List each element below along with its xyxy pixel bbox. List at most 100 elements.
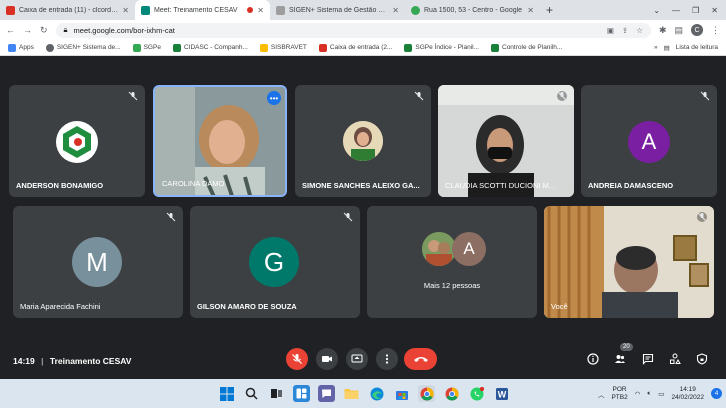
chat-button[interactable] bbox=[641, 352, 655, 366]
address-bar[interactable]: 🔒︎ meet.google.com/bor-ixhm-cat ▣ ⇪ ☆ bbox=[55, 22, 651, 38]
bookmark-star-icon[interactable]: ☆ bbox=[636, 26, 643, 35]
new-tab-button[interactable]: + bbox=[540, 0, 559, 20]
whatsapp-button[interactable] bbox=[468, 385, 485, 402]
widgets-button[interactable] bbox=[293, 385, 310, 402]
camera-in-use-icon[interactable]: ▣ bbox=[607, 26, 614, 35]
people-icon bbox=[615, 355, 625, 363]
folder-icon bbox=[344, 389, 359, 399]
system-clock[interactable]: 14:19 24/02/2022 bbox=[671, 386, 704, 402]
battery-icon[interactable]: ▭ bbox=[658, 390, 664, 398]
start-button[interactable] bbox=[218, 385, 235, 402]
participant-name: ANDREIA DAMASCENO bbox=[588, 181, 674, 190]
participant-avatar: G bbox=[249, 237, 299, 287]
participant-avatar: A bbox=[628, 121, 670, 163]
edge-button[interactable] bbox=[368, 385, 385, 402]
bookmark-sgpe-indice[interactable]: SGPe Índice - Planil... bbox=[404, 43, 479, 52]
gmail-icon bbox=[6, 5, 15, 15]
meeting-name: Treinamento CESAV bbox=[49, 355, 132, 366]
bookmark-cidasc[interactable]: CIDASC - Companh... bbox=[172, 43, 248, 52]
profile-avatar[interactable]: C bbox=[691, 24, 703, 36]
chrome-profile-button[interactable] bbox=[443, 385, 460, 402]
browser-tab-sigen[interactable]: SIGEN+ Sistema de Gestão da De ✕ bbox=[270, 0, 405, 20]
meeting-details-button[interactable] bbox=[586, 352, 600, 366]
participant-tile[interactable]: A ANDREIA DAMASCENO bbox=[581, 85, 717, 197]
more-options-button[interactable] bbox=[376, 348, 398, 370]
meeting-info: 14:19 | Treinamento CESAV bbox=[13, 355, 132, 366]
bookmark-sgpe[interactable]: SGPe bbox=[132, 43, 161, 52]
reload-icon[interactable]: ↻ bbox=[40, 25, 48, 36]
participant-tile[interactable]: ANDERSON BONAMIGO bbox=[9, 85, 145, 197]
back-icon[interactable]: ← bbox=[6, 25, 15, 35]
more-participants-tile[interactable]: A Mais 12 pessoas bbox=[367, 206, 537, 318]
tab-title: Rua 1500, 53 - Centro - Google bbox=[424, 6, 523, 14]
sheets-icon bbox=[491, 43, 499, 52]
search-button[interactable] bbox=[243, 385, 260, 402]
more-options-icon[interactable]: ••• bbox=[267, 91, 281, 105]
store-button[interactable] bbox=[393, 385, 410, 402]
leave-call-button[interactable] bbox=[404, 348, 437, 370]
maps-pin-icon bbox=[411, 5, 420, 15]
bookmark-label: Controle de Planilh... bbox=[502, 44, 563, 51]
mic-toggle-button[interactable] bbox=[286, 348, 308, 370]
word-button[interactable]: W bbox=[493, 385, 510, 402]
language-indicator[interactable]: POR PTB2 bbox=[611, 386, 627, 402]
cidasc-logo-icon bbox=[63, 126, 91, 158]
activities-button[interactable] bbox=[668, 352, 682, 366]
chrome-icon bbox=[420, 387, 433, 400]
notification-badge[interactable]: 4 bbox=[711, 388, 722, 399]
minimize-icon[interactable]: — bbox=[672, 6, 680, 15]
meet-icon bbox=[141, 5, 150, 15]
close-icon[interactable]: ✕ bbox=[257, 6, 264, 15]
volume-icon[interactable]: 🔈︎ bbox=[647, 390, 651, 398]
store-bag-icon bbox=[395, 390, 408, 400]
participant-name: Maria Aparecida Fachini bbox=[20, 302, 101, 311]
self-view-tile[interactable]: Você bbox=[544, 206, 714, 318]
close-icon[interactable]: ✕ bbox=[392, 6, 399, 15]
browser-tab-meet[interactable]: Meet: Treinamento CESAV ✕ bbox=[135, 0, 270, 20]
present-screen-button[interactable] bbox=[346, 348, 368, 370]
close-icon[interactable]: ✕ bbox=[122, 6, 129, 15]
bookmark-controle[interactable]: Controle de Planilh... bbox=[491, 43, 563, 52]
chrome-button[interactable] bbox=[418, 385, 435, 402]
browser-tab-maps[interactable]: Rua 1500, 53 - Centro - Google ✕ bbox=[405, 0, 540, 20]
bookmark-apps[interactable]: Apps bbox=[8, 43, 34, 52]
participant-tile[interactable]: SIMONE SANCHES ALEIXO GA... bbox=[295, 85, 431, 197]
browser-tab-gmail[interactable]: Caixa de entrada (11) - clcorde... ✕ bbox=[0, 0, 135, 20]
share-icon[interactable]: ⇪ bbox=[622, 26, 628, 35]
close-window-icon[interactable]: ✕ bbox=[711, 6, 718, 15]
host-controls-button[interactable] bbox=[695, 352, 709, 366]
chrome-icon bbox=[445, 387, 458, 400]
reading-list-link[interactable]: Lista de leitura bbox=[676, 44, 718, 51]
participant-name: CLAUDIA SCOTTI DUCIONI M... bbox=[445, 181, 556, 190]
close-icon[interactable]: ✕ bbox=[527, 6, 534, 15]
wifi-icon[interactable]: ◠ bbox=[635, 390, 641, 398]
edge-icon bbox=[370, 387, 383, 400]
people-count-badge: 20 bbox=[620, 343, 633, 351]
reading-list-icon[interactable]: ▤ bbox=[674, 25, 683, 36]
more-bookmarks-icon[interactable]: » bbox=[654, 44, 658, 51]
teams-chat-button[interactable] bbox=[318, 385, 335, 402]
people-button[interactable] bbox=[613, 352, 627, 366]
participant-tile[interactable]: G GILSON AMARO DE SOUZA bbox=[190, 206, 360, 318]
sisbravet-icon bbox=[259, 43, 268, 52]
participant-tile[interactable]: CLAUDIA SCOTTI DUCIONI M... bbox=[438, 85, 574, 197]
bookmark-sigen[interactable]: SIGEN+ Sistema de... bbox=[45, 43, 121, 52]
file-explorer-button[interactable] bbox=[343, 385, 360, 402]
participant-tile[interactable]: ••• CAROLINA DAMO bbox=[153, 85, 287, 197]
menu-icon[interactable]: ⋮ bbox=[711, 25, 720, 36]
bookmark-sisbravet[interactable]: SISBRAVET bbox=[259, 43, 307, 52]
participant-tile[interactable]: M Maria Aparecida Fachini bbox=[13, 206, 183, 318]
meeting-time: 14:19 bbox=[13, 355, 35, 366]
chat-icon bbox=[642, 353, 654, 365]
camera-toggle-button[interactable] bbox=[316, 348, 338, 370]
windows-taskbar: W ︿ POR PTB2 ◠ 🔈︎ ▭ 14:19 24/02/2022 4 bbox=[0, 379, 726, 408]
participant-avatar-photo bbox=[343, 121, 383, 161]
extensions-icon[interactable]: ✱ bbox=[659, 25, 667, 36]
forward-icon[interactable]: → bbox=[23, 25, 32, 35]
task-view-button[interactable] bbox=[268, 385, 285, 402]
whatsapp-icon bbox=[470, 386, 484, 400]
tab-search-icon[interactable]: ⌄ bbox=[653, 6, 660, 15]
maximize-icon[interactable]: ❐ bbox=[692, 6, 699, 15]
bookmark-gmail[interactable]: Caixa de entrada (2... bbox=[318, 43, 392, 52]
show-hidden-icons-icon[interactable]: ︿ bbox=[598, 389, 605, 399]
